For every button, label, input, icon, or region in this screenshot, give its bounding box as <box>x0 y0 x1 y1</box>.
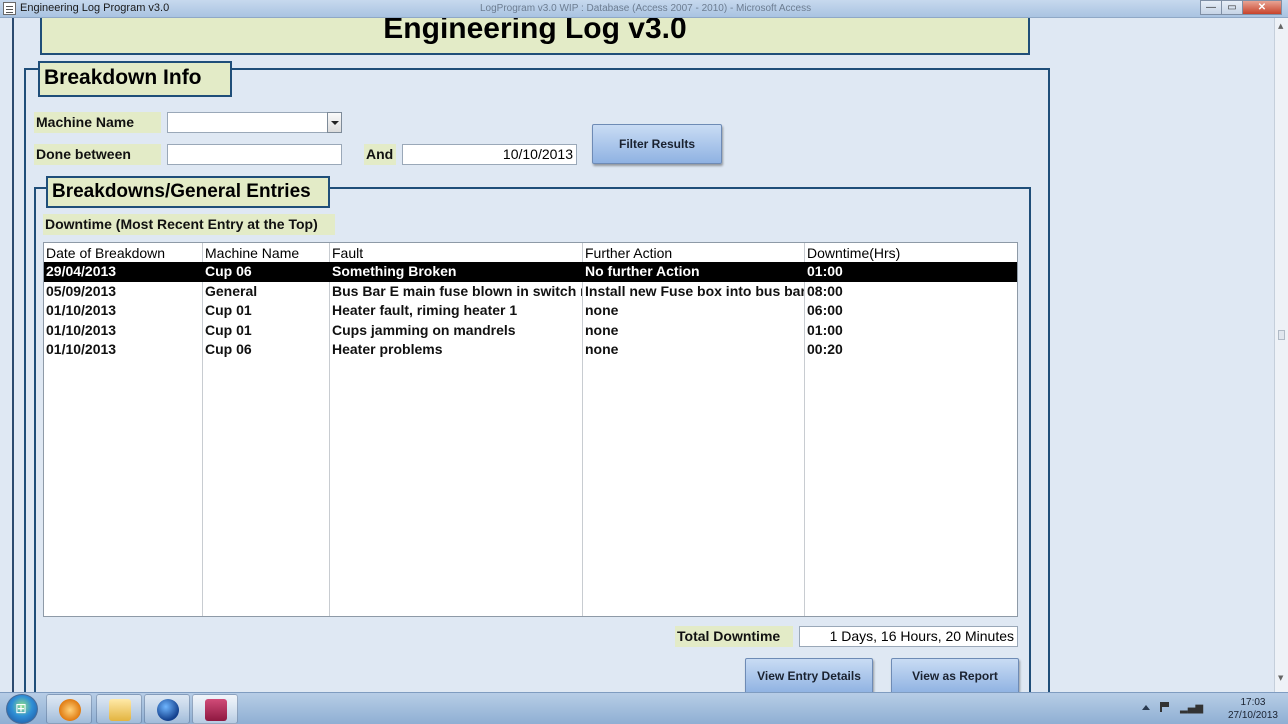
entries-list[interactable]: Date of Breakdown Machine Name Fault Fur… <box>43 242 1018 617</box>
and-label: And <box>364 144 396 165</box>
entries-heading: Breakdowns/General Entries <box>46 176 330 208</box>
table-row[interactable]: 29/04/2013 Cup 06 Something Broken No fu… <box>44 262 1017 282</box>
cell-machine: Cup 06 <box>205 341 252 357</box>
cell-fault: Heater fault, riming heater 1 <box>332 302 518 318</box>
start-button[interactable]: ⊞ <box>6 694 38 724</box>
windows-logo-icon: ⊞ <box>15 701 27 717</box>
header-date[interactable]: Date of Breakdown <box>44 243 202 263</box>
taskbar-media-player[interactable] <box>46 694 92 724</box>
access-caption: LogProgram v3.0 WIP : Database (Access 2… <box>480 3 812 14</box>
scroll-up-icon[interactable]: ▲ <box>1278 22 1283 30</box>
system-clock[interactable]: 17:03 27/10/2013 <box>1228 696 1278 722</box>
cell-downtime: 01:00 <box>807 263 843 279</box>
machine-name-combo[interactable] <box>167 112 342 133</box>
cell-machine: Cup 06 <box>205 263 252 279</box>
cell-fault: Heater problems <box>332 341 443 357</box>
cell-action: No further Action <box>585 263 700 279</box>
maximize-button[interactable]: ▭ <box>1221 0 1243 15</box>
taskbar-explorer[interactable] <box>96 694 142 724</box>
cell-date: 29/04/2013 <box>46 263 117 279</box>
vertical-scrollbar[interactable]: ▲ ▼ <box>1274 18 1288 692</box>
show-hidden-icons-icon[interactable] <box>1142 705 1150 710</box>
filter-results-button[interactable]: Filter Results <box>592 124 722 164</box>
cell-action: Install new Fuse box into bus bar fed <box>585 282 804 299</box>
action-center-flag-icon[interactable] <box>1160 702 1170 712</box>
downtime-caption: Downtime (Most Recent Entry at the Top) <box>43 214 335 235</box>
taskbar-access[interactable] <box>192 694 238 724</box>
engineering-log-form: ▲ ▼ Engineering Log v3.0 Breakdown Info … <box>0 18 1288 692</box>
cell-fault: Cups jamming on mandrels <box>332 321 516 338</box>
access-app-icon <box>205 699 227 721</box>
header-downtime[interactable]: Downtime(Hrs) <box>805 243 1015 263</box>
left-border <box>12 18 14 692</box>
cell-machine: General <box>205 282 258 299</box>
header-machine[interactable]: Machine Name <box>203 243 329 263</box>
table-row[interactable]: 05/09/2013 General Bus Bar E main fuse b… <box>44 282 1017 302</box>
window-controls: — ▭ ✕ <box>1200 0 1282 16</box>
table-row[interactable]: 01/10/2013 Cup 06 Heater problems none 0… <box>44 340 1017 360</box>
minimize-button[interactable]: — <box>1200 0 1222 15</box>
breakdown-info-heading: Breakdown Info <box>38 61 232 97</box>
cell-action: none <box>585 341 619 357</box>
close-button[interactable]: ✕ <box>1242 0 1282 15</box>
date-to-input[interactable]: 10/10/2013 <box>402 144 577 165</box>
window-title-bar[interactable]: Engineering Log Program v3.0 LogProgram … <box>0 0 1288 18</box>
taskbar-browser[interactable] <box>144 694 190 724</box>
date-from-input[interactable] <box>167 144 342 165</box>
header-action[interactable]: Further Action <box>583 243 804 263</box>
media-player-icon <box>59 699 81 721</box>
cell-downtime: 01:00 <box>807 321 843 338</box>
scroll-thumb[interactable] <box>1278 330 1285 340</box>
cell-downtime: 06:00 <box>807 302 843 318</box>
cell-downtime: 08:00 <box>807 282 843 299</box>
clock-date: 27/10/2013 <box>1227 710 1278 721</box>
chevron-down-icon[interactable] <box>327 112 342 133</box>
machine-name-label: Machine Name <box>34 112 161 133</box>
folder-icon <box>109 699 131 721</box>
cell-date: 05/09/2013 <box>46 282 117 299</box>
cell-action: none <box>585 302 619 318</box>
done-between-label: Done between <box>34 144 161 165</box>
total-downtime-value: 1 Days, 16 Hours, 20 Minutes <box>799 626 1018 647</box>
network-signal-icon[interactable]: ▂▄▆ <box>1180 703 1203 714</box>
window-title: Engineering Log Program v3.0 <box>20 2 170 14</box>
table-row[interactable]: 01/10/2013 Cup 01 Cups jamming on mandre… <box>44 321 1017 341</box>
cell-fault: Something Broken <box>332 263 457 279</box>
cell-date: 01/10/2013 <box>46 341 117 357</box>
view-entry-details-button[interactable]: View Entry Details <box>745 658 873 692</box>
cell-machine: Cup 01 <box>205 321 252 338</box>
clock-time: 17:03 <box>1240 697 1266 708</box>
cell-date: 01/10/2013 <box>46 302 117 318</box>
app-icon <box>3 2 16 15</box>
cell-fault: Bus Bar E main fuse blown in switch room <box>332 282 582 299</box>
view-as-report-button[interactable]: View as Report <box>891 658 1019 692</box>
total-downtime-label: Total Downtime <box>675 626 793 647</box>
cell-action: none <box>585 321 619 338</box>
cell-downtime: 00:20 <box>807 341 843 357</box>
cell-machine: Cup 01 <box>205 302 252 318</box>
cell-date: 01/10/2013 <box>46 321 117 338</box>
system-tray: ▂▄▆ 17:03 27/10/2013 <box>1138 693 1288 724</box>
header-fault[interactable]: Fault <box>330 243 582 263</box>
globe-icon <box>157 699 179 721</box>
taskbar: ⊞ ▂▄▆ 17:03 27/10/2013 <box>0 692 1288 724</box>
table-row[interactable]: 01/10/2013 Cup 01 Heater fault, riming h… <box>44 301 1017 321</box>
header-banner: Engineering Log v3.0 <box>40 18 1030 55</box>
page-title: Engineering Log v3.0 <box>383 18 687 45</box>
scroll-down-icon[interactable]: ▼ <box>1278 674 1283 682</box>
